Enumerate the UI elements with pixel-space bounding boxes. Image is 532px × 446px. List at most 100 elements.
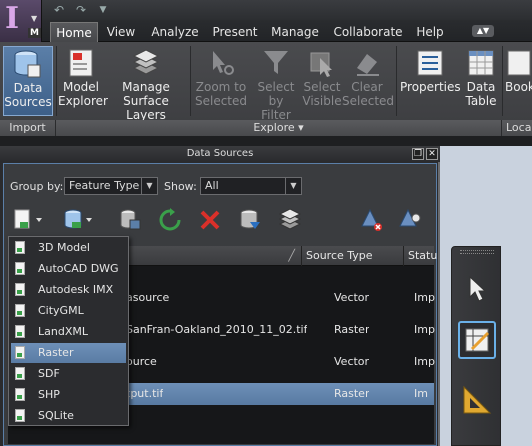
menu-item-sdf[interactable]: SDF bbox=[11, 364, 126, 384]
tab-view[interactable]: View bbox=[102, 22, 140, 42]
properties-button[interactable]: Properties bbox=[400, 46, 461, 116]
add-file-type-menu: 3D Model AutoCAD DWG Autodesk IMX CityGM… bbox=[8, 236, 129, 426]
document-icon bbox=[15, 283, 25, 296]
close-icon[interactable]: ✕ bbox=[426, 148, 438, 160]
show-value: All bbox=[205, 179, 219, 192]
clear-selected-label-2: Selected bbox=[342, 94, 395, 108]
panel-label-location: Loca bbox=[502, 120, 532, 136]
row-status: Imp bbox=[414, 291, 435, 304]
row-source-type: Vector bbox=[334, 291, 370, 304]
tab-collaborate[interactable]: Collaborate bbox=[330, 22, 406, 42]
ribbon-tab-strip: Home View Analyze Present Manage Collabo… bbox=[42, 20, 532, 42]
properties-icon bbox=[417, 50, 443, 76]
document-icon bbox=[15, 367, 25, 380]
chevron-down-icon: ▼ bbox=[285, 178, 301, 194]
select-visible-button[interactable]: Select Visible bbox=[302, 46, 342, 116]
menu-item-citygml[interactable]: CityGML bbox=[11, 301, 126, 321]
show-select[interactable]: All ▼ bbox=[200, 177, 302, 195]
sketch-grid-icon bbox=[465, 328, 490, 352]
sketch-tool-button[interactable] bbox=[458, 321, 496, 359]
menu-item-autocad-dwg[interactable]: AutoCAD DWG bbox=[11, 259, 126, 279]
filter-icon bbox=[264, 51, 288, 74]
model-explorer-button[interactable]: Model Explorer bbox=[58, 46, 108, 116]
application-menu-button[interactable]: I ▼ M bbox=[0, 0, 42, 42]
database-icon bbox=[14, 50, 41, 78]
tab-home[interactable]: Home bbox=[50, 22, 98, 42]
group-by-select[interactable]: Feature Type ▼ bbox=[64, 177, 158, 195]
measure-tool-button[interactable] bbox=[458, 381, 496, 419]
data-sources-button[interactable]: Data Sources bbox=[3, 46, 53, 116]
ribbon-separator bbox=[190, 46, 191, 116]
drag-grip-handle[interactable] bbox=[460, 250, 494, 254]
restore-icon[interactable]: ❐ bbox=[412, 148, 424, 160]
undo-icon[interactable]: ↶ bbox=[50, 2, 68, 18]
delete-x-icon bbox=[200, 210, 220, 230]
connect-database-button[interactable] bbox=[118, 208, 142, 232]
panel-title-bar[interactable]: Data Sources ❐ ✕ bbox=[0, 146, 440, 162]
panel-label-explore[interactable]: Explore ▾ bbox=[56, 120, 502, 136]
menu-item-autodesk-imx[interactable]: Autodesk IMX bbox=[11, 280, 126, 300]
style-button[interactable] bbox=[398, 208, 422, 232]
menu-item-landxml[interactable]: LandXML bbox=[11, 322, 126, 342]
bookmark-icon bbox=[507, 50, 531, 76]
chevron-down-icon bbox=[36, 218, 42, 222]
column-resize-icon: ╱ bbox=[288, 249, 295, 262]
menu-item-3d-model[interactable]: 3D Model bbox=[11, 238, 126, 258]
document-icon bbox=[15, 304, 25, 317]
manage-surface-layers-label-1: Manage bbox=[122, 80, 170, 94]
remove-style-button[interactable] bbox=[360, 208, 384, 232]
tab-present[interactable]: Present bbox=[208, 22, 262, 42]
app-logo: I bbox=[5, 1, 20, 36]
select-visible-label-2: Visible bbox=[302, 94, 342, 108]
menu-item-sqlite[interactable]: SQLite bbox=[11, 406, 126, 426]
zoom-to-selected-label-1: Zoom to bbox=[195, 80, 247, 94]
panel-title: Data Sources bbox=[186, 148, 254, 159]
remove-button[interactable] bbox=[198, 208, 222, 232]
tab-analyze[interactable]: Analyze bbox=[146, 22, 204, 42]
layers-icon bbox=[132, 49, 160, 75]
floating-tool-palette bbox=[451, 246, 501, 446]
app-logo-badge: M bbox=[28, 28, 41, 38]
column-header-status[interactable]: Statu bbox=[404, 246, 437, 266]
ribbon: Data Sources Model Explorer Manage Surfa… bbox=[0, 42, 532, 136]
row-status: Imp bbox=[414, 323, 435, 336]
tab-manage[interactable]: Manage bbox=[268, 22, 322, 42]
menu-item-shp[interactable]: SHP bbox=[11, 385, 126, 405]
ribbon-options-button[interactable]: ▲▼ bbox=[472, 25, 494, 37]
refresh-button[interactable] bbox=[158, 208, 182, 232]
select-tool-button[interactable] bbox=[458, 271, 496, 309]
menu-item-raster[interactable]: Raster bbox=[11, 343, 126, 363]
select-visible-icon bbox=[310, 52, 332, 77]
select-by-filter-label-1: Select by bbox=[257, 80, 295, 108]
model-explorer-label-2: Explorer bbox=[58, 94, 108, 108]
manage-layers-button[interactable] bbox=[278, 208, 302, 232]
clear-selected-button[interactable]: Clear Selected bbox=[342, 46, 395, 116]
shape-remove-icon bbox=[361, 208, 379, 227]
export-button[interactable] bbox=[238, 208, 262, 232]
tab-help[interactable]: Help bbox=[412, 22, 448, 42]
manage-surface-layers-button[interactable]: Manage Surface Layers bbox=[106, 46, 186, 122]
table-icon bbox=[468, 50, 494, 76]
column-header-source-type[interactable]: Source Type bbox=[302, 246, 404, 266]
clear-selected-label-1: Clear bbox=[351, 80, 383, 94]
chevron-down-icon: ▼ bbox=[141, 178, 157, 194]
row-status: Im bbox=[414, 387, 428, 400]
document-icon bbox=[15, 241, 25, 254]
zoom-selected-icon bbox=[213, 51, 234, 75]
redo-icon[interactable]: ↷ bbox=[72, 2, 90, 18]
select-by-filter-button[interactable]: Select by Filter bbox=[250, 46, 302, 122]
ribbon-separator bbox=[396, 46, 397, 116]
document-icon bbox=[15, 346, 25, 359]
add-database-dropdown-button[interactable] bbox=[62, 208, 94, 232]
data-table-label-2: Table bbox=[465, 94, 497, 108]
ribbon-separator bbox=[502, 46, 503, 116]
pointer-icon bbox=[469, 275, 487, 302]
row-name: asource bbox=[126, 291, 170, 304]
qat-dropdown-icon[interactable]: ▼ bbox=[94, 2, 112, 18]
add-file-dropdown-button[interactable] bbox=[12, 208, 44, 232]
bookmarks-label: Book bbox=[505, 80, 532, 94]
data-table-button[interactable]: Data Table bbox=[462, 46, 500, 116]
bookmarks-button[interactable]: Book bbox=[504, 46, 532, 116]
model-explorer-icon bbox=[69, 49, 93, 77]
zoom-to-selected-button[interactable]: Zoom to Selected bbox=[194, 46, 248, 116]
